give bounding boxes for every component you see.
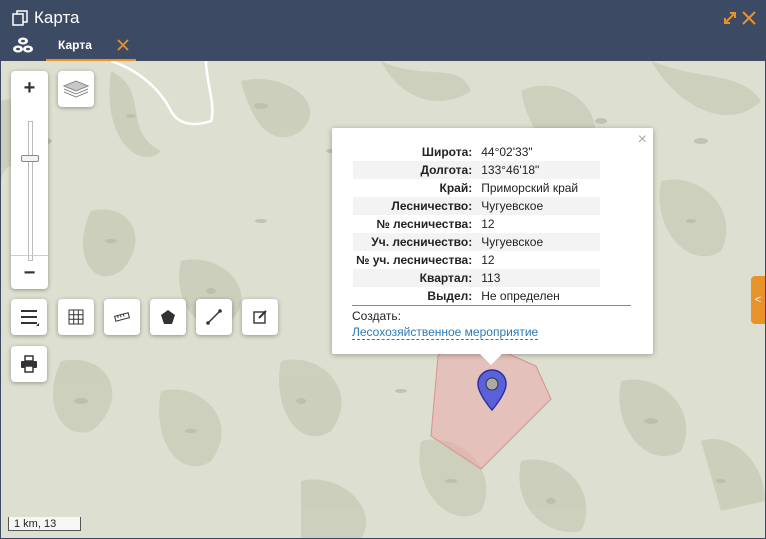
info-row: Квартал: 113 — [353, 269, 600, 287]
map-marker-icon[interactable] — [477, 369, 507, 411]
menu-button[interactable] — [11, 299, 47, 335]
info-popup: × Широта: 44°02'33" Долгота: 133°46'18" Кр… — [332, 128, 653, 365]
info-value: Приморский край — [481, 181, 579, 195]
info-value: Чугуевское — [475, 197, 600, 215]
title-bar: Карта — [1, 1, 765, 35]
side-panel-toggle[interactable]: < — [751, 276, 765, 324]
info-table: Широта: 44°02'33" Долгота: 133°46'18" Край… — [353, 143, 600, 305]
print-button[interactable] — [11, 346, 47, 382]
zoom-slider[interactable] — [28, 121, 33, 261]
ruler-button[interactable] — [104, 299, 140, 335]
info-key: Долгота: — [353, 161, 476, 179]
forestry-event-link[interactable]: Лесохозяйственное мероприятие — [352, 325, 539, 340]
zoom-out-button[interactable]: − — [11, 255, 48, 290]
info-key: Широта: — [421, 145, 473, 159]
polygon-button[interactable] — [150, 299, 186, 335]
popup-divider — [352, 305, 631, 306]
window-title: Карта — [34, 8, 80, 27]
info-key: Лесничество: — [353, 197, 476, 215]
tab-close-icon[interactable] — [116, 38, 130, 52]
close-icon[interactable] — [741, 10, 757, 26]
info-key: Квартал: — [353, 269, 476, 287]
info-value: Чугуевское — [475, 233, 600, 251]
grid-icon — [68, 309, 84, 325]
info-row: № лесничества: 12 — [353, 215, 600, 233]
layers-button[interactable] — [58, 71, 94, 107]
zoom-slider-handle[interactable] — [21, 155, 39, 162]
create-label: Создать: — [352, 309, 401, 323]
info-key: № уч. лесничества: — [356, 253, 473, 267]
info-value: Не определен — [481, 289, 560, 303]
line-button[interactable] — [196, 299, 232, 335]
zoom-control: + − — [11, 71, 48, 289]
tab-map[interactable]: Карта — [46, 35, 136, 61]
edit-button[interactable] — [242, 299, 278, 335]
zoom-in-button[interactable]: + — [11, 71, 48, 105]
map-window: Карта Карта + − < 1 km, 13 × Широта: 44°… — [0, 0, 766, 539]
grid-button[interactable] — [58, 299, 94, 335]
polygon-icon — [161, 310, 175, 324]
info-row: Широта: 44°02'33" — [353, 143, 600, 161]
info-value: 12 — [481, 253, 495, 267]
info-key: Уч. лесничество: — [353, 233, 476, 251]
layers-icon — [62, 80, 90, 98]
info-key: № лесничества: — [376, 217, 473, 231]
layers-tab-icon[interactable] — [12, 36, 34, 56]
tab-map-label: Карта — [58, 38, 92, 52]
scale-bar: 1 km, 13 — [8, 517, 81, 531]
maximize-icon[interactable] — [722, 10, 738, 26]
info-row: Выдел: Не определен — [353, 287, 600, 305]
line-icon — [206, 309, 222, 325]
popup-tip — [480, 354, 502, 365]
info-row: Лесничество: Чугуевское — [353, 197, 600, 215]
info-value: 44°02'33" — [481, 145, 533, 159]
info-row: № уч. лесничества: 12 — [353, 251, 600, 269]
info-row: Край: Приморский край — [353, 179, 600, 197]
edit-icon — [253, 310, 267, 324]
ruler-icon — [114, 312, 130, 322]
info-value: 12 — [481, 217, 495, 231]
info-row: Долгота: 133°46'18" — [353, 161, 600, 179]
tab-bar: Карта — [1, 35, 765, 61]
popup-close-button[interactable]: × — [638, 131, 647, 149]
print-icon — [21, 355, 37, 373]
menu-icon — [21, 310, 39, 326]
info-value: 113 — [475, 269, 600, 287]
info-row: Уч. лесничество: Чугуевское — [353, 233, 600, 251]
info-key: Край: — [439, 181, 473, 195]
copy-icon — [12, 10, 28, 26]
info-value: 133°46'18" — [475, 161, 600, 179]
info-key: Выдел: — [427, 289, 473, 303]
